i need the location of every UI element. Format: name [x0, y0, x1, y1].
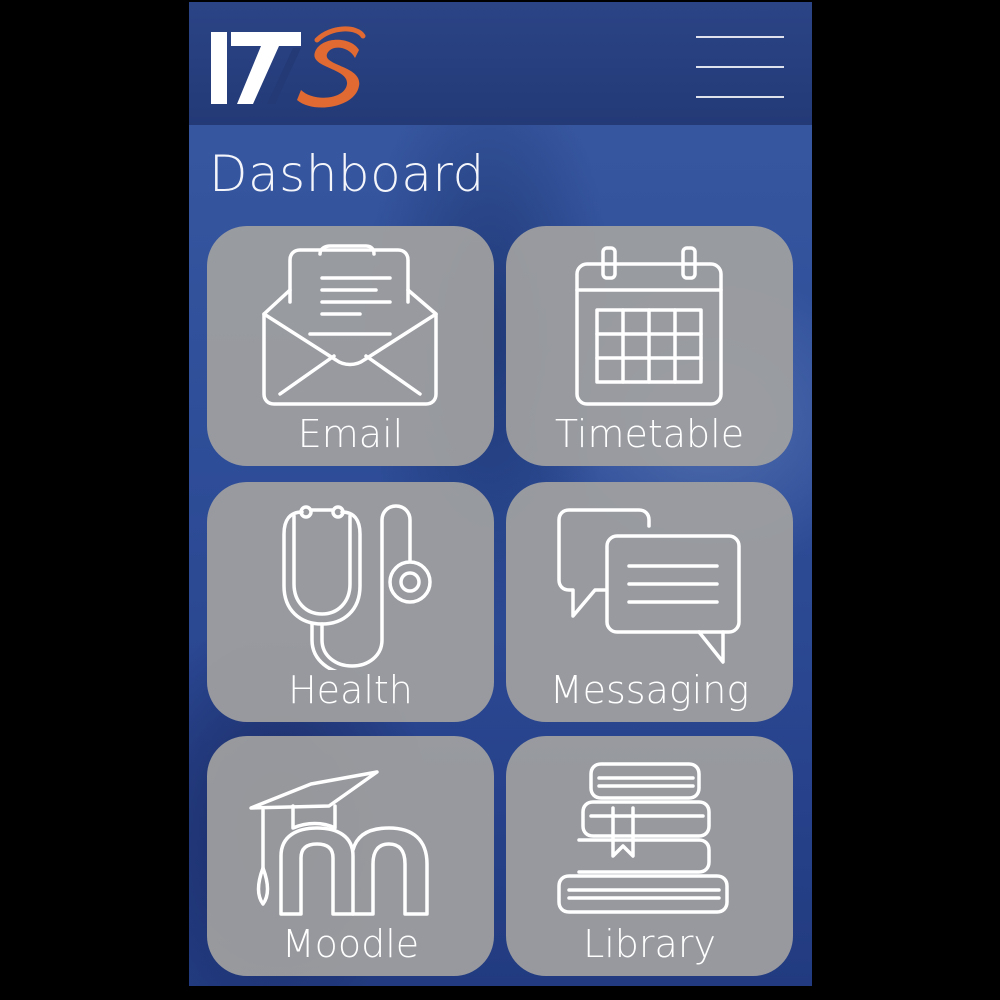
tile-moodle[interactable]: Moodle — [207, 736, 494, 976]
stethoscope-icon — [282, 504, 432, 670]
tile-label: Email — [297, 412, 404, 456]
page-title: Dashboard — [209, 145, 485, 203]
menu-bar-icon — [696, 66, 784, 68]
menu-bar-icon — [696, 36, 784, 38]
chat-bubbles-icon — [557, 508, 741, 664]
envelope-letter-icon — [262, 244, 438, 406]
top-bar — [189, 2, 812, 125]
tile-label: Health — [288, 668, 413, 712]
app-screen: Dashboard Email Timetable Health Messagi… — [189, 2, 812, 986]
tile-messaging[interactable]: Messaging — [506, 482, 793, 722]
tile-library[interactable]: Library — [506, 736, 793, 976]
stacked-books-icon — [557, 762, 729, 914]
tile-label: Timetable — [554, 412, 745, 456]
tile-health[interactable]: Health — [207, 482, 494, 722]
tile-label: Messaging — [549, 668, 750, 712]
its-logo[interactable] — [209, 26, 369, 108]
tile-label: Library — [583, 922, 716, 966]
moodle-logo-icon — [249, 770, 429, 916]
tile-timetable[interactable]: Timetable — [506, 226, 793, 466]
menu-bar-icon — [696, 96, 784, 98]
tile-label: Moodle — [281, 922, 420, 966]
calendar-icon — [575, 246, 723, 406]
tile-email[interactable]: Email — [207, 226, 494, 466]
menu-button[interactable] — [694, 32, 786, 102]
